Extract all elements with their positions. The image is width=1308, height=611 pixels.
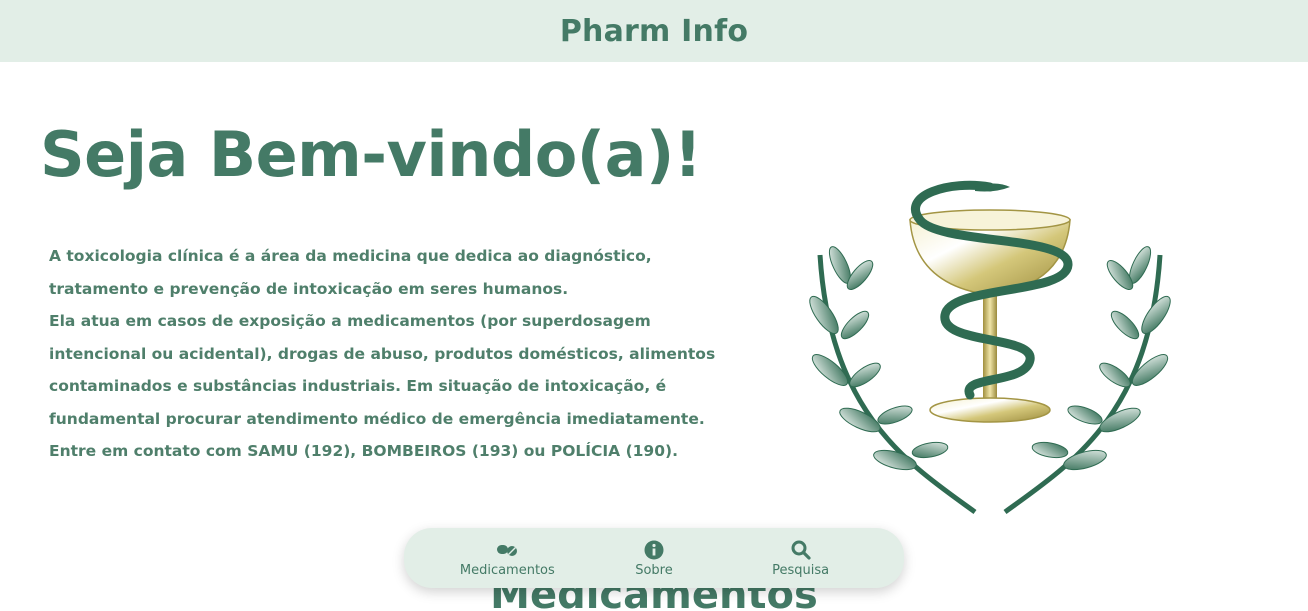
brand-title: Pharm Info	[559, 13, 749, 49]
nav-label: Medicamentos	[459, 562, 555, 578]
intro-line: fundamental procurar atendimento médico …	[49, 409, 705, 428]
intro-line: intencional ou acidental), drogas de abu…	[49, 344, 716, 363]
nav-item-pesquisa[interactable]: Pesquisa	[746, 539, 856, 578]
welcome-heading: Seja Bem-vindo(a)!	[40, 118, 702, 191]
header-bar: Pharm Info	[0, 0, 1308, 62]
intro-text: A toxicologia clínica é a área da medici…	[49, 240, 716, 468]
nav-item-sobre[interactable]: Sobre	[599, 539, 709, 578]
intro-line: A toxicologia clínica é a área da medici…	[49, 247, 652, 265]
pills-icon	[496, 539, 518, 561]
info-icon	[643, 539, 665, 561]
nav-label: Sobre	[635, 562, 673, 578]
search-icon	[790, 539, 812, 561]
intro-line: Ela atua em casos de exposição a medicam…	[49, 312, 651, 330]
nav-item-medicamentos[interactable]: Medicamentos	[452, 539, 562, 578]
bottom-nav: Medicamentos Sobre Pesquisa	[404, 528, 904, 588]
pharmacy-emblem-image	[809, 180, 1171, 515]
intro-line: tratamento e prevenção de intoxicação em…	[49, 279, 569, 298]
intro-line: Entre em contato com SAMU (192), BOMBEIR…	[49, 442, 678, 460]
nav-label: Pesquisa	[772, 562, 830, 578]
intro-line: contaminados e substâncias industriais. …	[49, 377, 667, 395]
